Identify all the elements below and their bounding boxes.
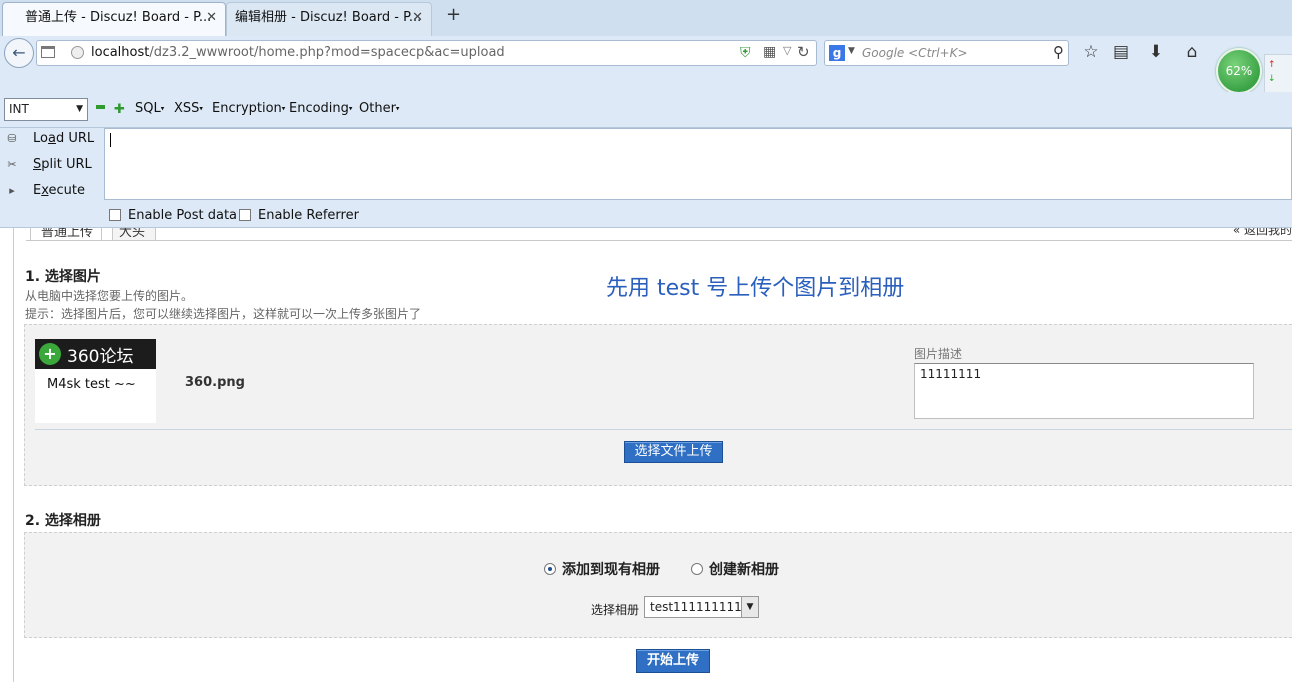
hackbar-options: Enable Post data Enable Referrer xyxy=(0,200,1292,228)
menu-label: Encryption xyxy=(212,101,282,116)
tab-title: 普通上传 - Discuz! Board - P... xyxy=(25,10,212,25)
radio-new-album[interactable]: 创建新相册 xyxy=(691,559,779,579)
chevron-down-icon[interactable]: ▼ xyxy=(848,46,855,56)
checkbox-label: Enable Referrer xyxy=(258,208,359,223)
reading-list-icon[interactable]: ▤ xyxy=(1109,40,1133,64)
url-bar[interactable]: localhost/dz3.2_wwwroot/home.php?mod=spa… xyxy=(36,40,817,66)
browser-tab-bar: 普通上传 - Discuz! Board - P... ✕ 编辑相册 - Dis… xyxy=(0,0,1292,36)
tab-normal-upload[interactable]: 普通上传 xyxy=(30,228,102,240)
tab-upload[interactable]: 普通上传 - Discuz! Board - P... ✕ xyxy=(2,2,226,36)
menu-xss[interactable]: XSS▾ xyxy=(174,101,203,116)
section-title-choose-album: 2. 选择相册 xyxy=(25,513,101,529)
qr-code-icon[interactable]: ▦ xyxy=(763,44,776,60)
reload-icon[interactable]: ↻ xyxy=(797,43,810,61)
int-select-value: INT xyxy=(9,102,29,116)
play-icon: ▸ xyxy=(9,184,15,197)
google-icon[interactable]: g xyxy=(829,45,845,61)
chevron-down-icon: ▼ xyxy=(76,104,83,114)
start-upload-button[interactable]: 开始上传 xyxy=(636,649,710,673)
search-bar[interactable]: g ▼ Google <Ctrl+K> ⚲ xyxy=(824,40,1069,66)
logo-text: 360论坛 xyxy=(67,347,134,367)
menu-other[interactable]: Other▾ xyxy=(359,101,399,116)
home-icon[interactable]: ⌂ xyxy=(1180,40,1204,64)
choose-file-button[interactable]: 选择文件上传 xyxy=(624,441,723,463)
checkbox-label: Enable Post data xyxy=(128,208,238,223)
arrow-down-icon: ↓ xyxy=(1268,74,1276,84)
close-icon[interactable]: ✕ xyxy=(412,3,423,33)
url-text[interactable]: localhost/dz3.2_wwwroot/home.php?mod=spa… xyxy=(91,45,505,60)
annotation-text: 先用 test 号上传个图片到相册 xyxy=(606,276,905,301)
url-path: /dz3.2_wwwroot/home.php?mod=spacecp&ac=u… xyxy=(149,45,505,60)
int-select[interactable]: INT ▼ xyxy=(4,98,88,121)
history-icon[interactable] xyxy=(41,46,55,58)
download-icon[interactable]: ⬇ xyxy=(1144,40,1168,64)
radio-label: 创建新相册 xyxy=(709,562,779,578)
menu-encoding[interactable]: Encoding▾ xyxy=(289,101,352,116)
minus-icon[interactable] xyxy=(96,105,105,109)
back-link[interactable]: « 返回我的 xyxy=(1233,228,1292,238)
section-title-choose-image: 1. 选择图片 xyxy=(25,269,101,285)
globe-icon xyxy=(71,46,84,59)
back-button[interactable]: ← xyxy=(4,38,34,68)
plus-icon: + xyxy=(39,343,61,365)
speed-badge[interactable]: 62% xyxy=(1216,48,1262,94)
thumbnail-caption: M4sk test ~~ xyxy=(47,377,136,392)
split-url-label: Split URL xyxy=(33,157,92,172)
divider xyxy=(35,429,1292,430)
tab-title: 编辑相册 - Discuz! Board - P... xyxy=(235,10,422,25)
album-select-value: test111111111 xyxy=(650,600,742,614)
360-logo: + 360论坛 xyxy=(35,339,156,369)
file-name: 360.png xyxy=(185,375,245,390)
load-url-label: Load URL xyxy=(33,131,95,146)
album-area: 添加到现有相册 创建新相册 选择相册 test111111111 ▼ xyxy=(24,532,1292,638)
image-thumbnail: + 360论坛 M4sk test ~~ xyxy=(35,339,156,423)
search-placeholder: Google <Ctrl+K> xyxy=(862,46,968,60)
bookmark-star-icon[interactable]: ☆ xyxy=(1079,40,1103,64)
split-url-button[interactable]: ✂ Split URL xyxy=(0,154,104,178)
album-select[interactable]: test111111111 ▼ xyxy=(644,596,759,618)
menu-sql[interactable]: SQL▾ xyxy=(135,101,164,116)
album-select-label: 选择相册 xyxy=(591,603,640,617)
hint-text: 从电脑中选择您要上传的图片。 xyxy=(25,289,194,303)
upload-area: + 360论坛 M4sk test ~~ 360.png 图片描述 111111… xyxy=(24,324,1292,486)
navigation-toolbar: ← localhost/dz3.2_wwwroot/home.php?mod=s… xyxy=(0,36,1292,94)
radio-existing-album[interactable]: 添加到现有相册 xyxy=(544,559,660,579)
arrow-up-icon: ↑ xyxy=(1268,60,1276,70)
load-url-button[interactable]: ⛁ Load URL xyxy=(0,128,104,152)
url-host: localhost xyxy=(91,45,150,60)
arrow-left-icon: ← xyxy=(12,43,26,62)
menu-label: Other xyxy=(359,101,396,116)
hackbar-menu: INT ▼ ✚ SQL▾ XSS▾ Encryption▾ Encoding▾ … xyxy=(0,92,1292,128)
menu-label: Encoding xyxy=(289,101,349,116)
enable-post-data-checkbox[interactable]: Enable Post data xyxy=(109,208,237,223)
radio-icon xyxy=(691,563,703,575)
description-label: 图片描述 xyxy=(914,347,963,361)
chevron-down-icon: ▼ xyxy=(741,597,758,617)
divider xyxy=(13,228,14,682)
text-cursor xyxy=(110,133,111,147)
description-textarea[interactable]: 11111111 xyxy=(914,363,1254,419)
new-tab-button[interactable]: + xyxy=(446,4,461,25)
hackbar-body: ⛁ Load URL ✂ Split URL ▸ Execute xyxy=(0,128,1292,200)
dropdown-arrow-icon[interactable]: ▽ xyxy=(783,44,791,57)
radio-label: 添加到现有相册 xyxy=(562,562,660,578)
shield-icon[interactable]: ⛨ xyxy=(740,45,751,61)
menu-encryption[interactable]: Encryption▾ xyxy=(212,101,285,116)
load-icon: ⛁ xyxy=(7,132,17,145)
close-icon[interactable]: ✕ xyxy=(206,3,217,33)
radio-selected-icon xyxy=(544,563,556,575)
search-icon[interactable]: ⚲ xyxy=(1053,43,1064,61)
tab-avatar-photo[interactable]: 大头贴 xyxy=(112,228,156,240)
page-content: 普通上传 大头贴 « 返回我的 1. 选择图片 从电脑中选择您要上传的图片。 提… xyxy=(0,228,1292,682)
hint-text: 提示：选择图片后，您可以继续选择图片，这样就可以一次上传多张图片了 xyxy=(25,307,422,321)
scissors-icon: ✂ xyxy=(7,158,17,171)
execute-label: Execute xyxy=(33,183,85,198)
url-textarea[interactable] xyxy=(104,128,1292,200)
enable-referrer-checkbox[interactable]: Enable Referrer xyxy=(239,208,359,223)
menu-label: SQL xyxy=(135,101,161,116)
tab-edit-album[interactable]: 编辑相册 - Discuz! Board - P... ✕ xyxy=(226,2,432,36)
page-tabs: 普通上传 大头贴 « 返回我的 xyxy=(26,228,1292,241)
plus-icon[interactable]: ✚ xyxy=(114,102,125,117)
menu-label: XSS xyxy=(174,101,200,116)
